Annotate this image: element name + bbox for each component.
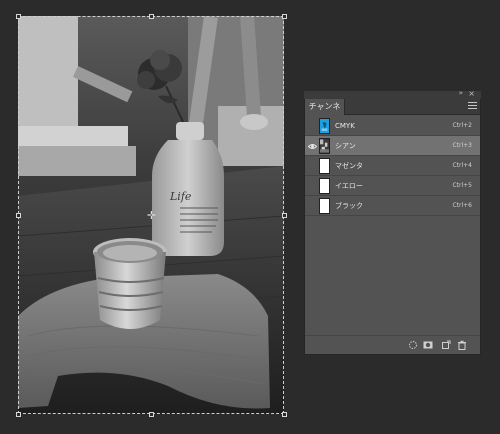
transform-handle-top-right[interactable] [282, 14, 287, 19]
channel-row-black[interactable]: ブラック Ctrl+6 [305, 196, 480, 216]
transform-handle-top[interactable] [149, 14, 154, 19]
channels-panel: チャンネル CMYK Ctrl+2 [304, 99, 481, 355]
transform-center-icon[interactable]: ✛ [146, 210, 157, 221]
channel-thumbnail-black [319, 198, 330, 214]
transform-handle-bottom-right[interactable] [282, 412, 287, 417]
load-channel-as-selection-icon[interactable] [408, 340, 418, 350]
transform-handle-left[interactable] [16, 213, 21, 218]
channel-name: CMYK [335, 122, 355, 130]
new-channel-icon[interactable] [441, 340, 451, 350]
trash-icon[interactable] [457, 340, 467, 350]
channel-thumbnail-cmyk [319, 118, 330, 134]
channel-row-cmyk[interactable]: CMYK Ctrl+2 [305, 116, 480, 136]
visibility-toggle[interactable] [307, 178, 318, 194]
transform-handle-right[interactable] [282, 213, 287, 218]
channel-row-yellow[interactable]: イエロー Ctrl+5 [305, 176, 480, 196]
channel-thumbnail-magenta [319, 158, 330, 174]
channel-shortcut: Ctrl+5 [452, 182, 472, 189]
transform-handle-top-left[interactable] [16, 14, 21, 19]
channel-row-cyan[interactable]: シアン Ctrl+3 [305, 136, 480, 156]
channel-row-magenta[interactable]: マゼンタ Ctrl+4 [305, 156, 480, 176]
channel-name: シアン [335, 142, 356, 150]
panel-tab-bar: チャンネル [305, 99, 480, 126]
channel-name: イエロー [335, 182, 363, 190]
channel-shortcut: Ctrl+3 [452, 142, 472, 149]
svg-text:Life: Life [169, 190, 192, 203]
channel-name: ブラック [335, 202, 363, 210]
channel-thumbnail-cyan [319, 138, 330, 154]
close-panel-icon[interactable]: × [468, 89, 475, 98]
transform-handle-bottom[interactable] [149, 412, 154, 417]
panel-footer [305, 335, 480, 354]
channel-thumbnail-yellow [319, 178, 330, 194]
eye-icon[interactable] [307, 138, 318, 154]
visibility-toggle[interactable] [307, 158, 318, 174]
panel-menu-icon[interactable] [468, 102, 477, 110]
channel-name: マゼンタ [335, 162, 363, 170]
channel-shortcut: Ctrl+6 [452, 202, 472, 209]
visibility-toggle[interactable] [307, 118, 318, 134]
visibility-toggle[interactable] [307, 198, 318, 214]
channel-shortcut: Ctrl+2 [452, 122, 472, 129]
transform-handle-bottom-left[interactable] [16, 412, 21, 417]
save-selection-as-channel-icon[interactable] [423, 340, 433, 350]
tab-channels[interactable]: チャンネル [305, 99, 345, 126]
channel-shortcut: Ctrl+4 [452, 162, 472, 169]
collapse-panel-icon[interactable]: » [459, 89, 463, 97]
